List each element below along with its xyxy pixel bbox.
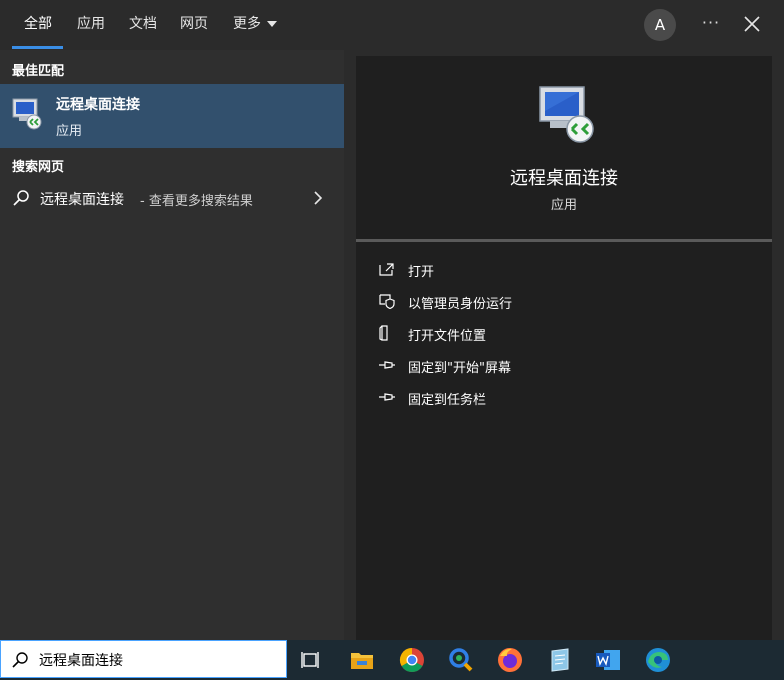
action-open[interactable]: 打开: [378, 257, 758, 281]
action-open-file-location[interactable]: 打开文件位置: [378, 321, 758, 345]
web-search-heading: 搜索网页: [12, 160, 65, 175]
search-icon: [13, 190, 29, 206]
web-search-result[interactable]: 远程桌面连接 - 查看更多搜索结果: [0, 184, 344, 212]
close-button[interactable]: [740, 12, 764, 36]
action-run-as-admin-label: 以管理员身份运行: [408, 297, 513, 312]
word-icon[interactable]: [594, 646, 622, 674]
active-tab-indicator: [12, 46, 63, 49]
firefox-icon[interactable]: [496, 646, 524, 674]
details-panel: 远程桌面连接 应用 打开 以管理员身份运行 打开文件位置 固定到"开始"屏幕 固…: [356, 56, 772, 640]
open-icon: [379, 263, 394, 276]
web-result-query: 远程桌面连接: [40, 192, 124, 208]
chrome-icon[interactable]: [398, 646, 426, 674]
taskbar: [0, 640, 784, 680]
edge-icon[interactable]: [644, 646, 672, 674]
filter-tab-bar: 全部 应用 文档 网页 更多 A ···: [0, 0, 784, 50]
action-pin-to-taskbar-label: 固定到任务栏: [408, 393, 487, 408]
chevron-right-icon[interactable]: [312, 189, 324, 207]
action-pin-to-start[interactable]: 固定到"开始"屏幕: [378, 353, 758, 377]
search-icon: [12, 652, 28, 668]
tab-more-label: 更多: [233, 16, 261, 32]
file-explorer-icon[interactable]: [348, 646, 376, 674]
remote-desktop-icon: [539, 86, 594, 143]
tab-all[interactable]: 全部: [24, 0, 52, 50]
tab-documents[interactable]: 文档: [129, 0, 157, 50]
tab-apps[interactable]: 应用: [77, 0, 105, 50]
action-open-label: 打开: [408, 265, 435, 280]
web-result-hint: - 查看更多搜索结果: [140, 194, 253, 209]
best-match-item[interactable]: 远程桌面连接 应用: [0, 84, 344, 148]
search-input[interactable]: [39, 647, 279, 673]
task-view-icon[interactable]: [298, 646, 326, 674]
close-icon: [744, 16, 760, 32]
app-type-label: 应用: [550, 198, 577, 213]
best-match-type: 应用: [56, 124, 83, 139]
pin-icon: [379, 361, 395, 369]
remote-desktop-icon: [12, 98, 42, 130]
action-pin-to-start-label: 固定到"开始"屏幕: [408, 361, 511, 376]
app-title: 远程桌面连接: [510, 168, 618, 189]
admin-shield-icon: [379, 294, 395, 309]
best-match-name: 远程桌面连接: [56, 97, 140, 113]
file-location-icon: [379, 325, 388, 341]
best-match-heading: 最佳匹配: [12, 64, 65, 79]
more-options-button[interactable]: ···: [698, 12, 724, 36]
action-run-as-admin[interactable]: 以管理员身份运行: [378, 289, 758, 313]
search-app-icon[interactable]: [447, 646, 475, 674]
action-pin-to-taskbar[interactable]: 固定到任务栏: [378, 385, 758, 409]
tab-web[interactable]: 网页: [180, 0, 208, 50]
tab-more[interactable]: 更多: [233, 0, 277, 50]
chevron-down-icon: [267, 21, 277, 27]
action-open-file-location-label: 打开文件位置: [408, 329, 487, 344]
notepad-icon[interactable]: [546, 646, 574, 674]
search-box[interactable]: [0, 640, 287, 678]
results-panel: 最佳匹配 远程桌面连接 应用 搜索网页 远程桌面连接 - 查看更多搜索结果: [0, 50, 344, 640]
avatar[interactable]: A: [644, 9, 676, 41]
divider: [356, 239, 772, 242]
pin-icon: [379, 393, 395, 401]
